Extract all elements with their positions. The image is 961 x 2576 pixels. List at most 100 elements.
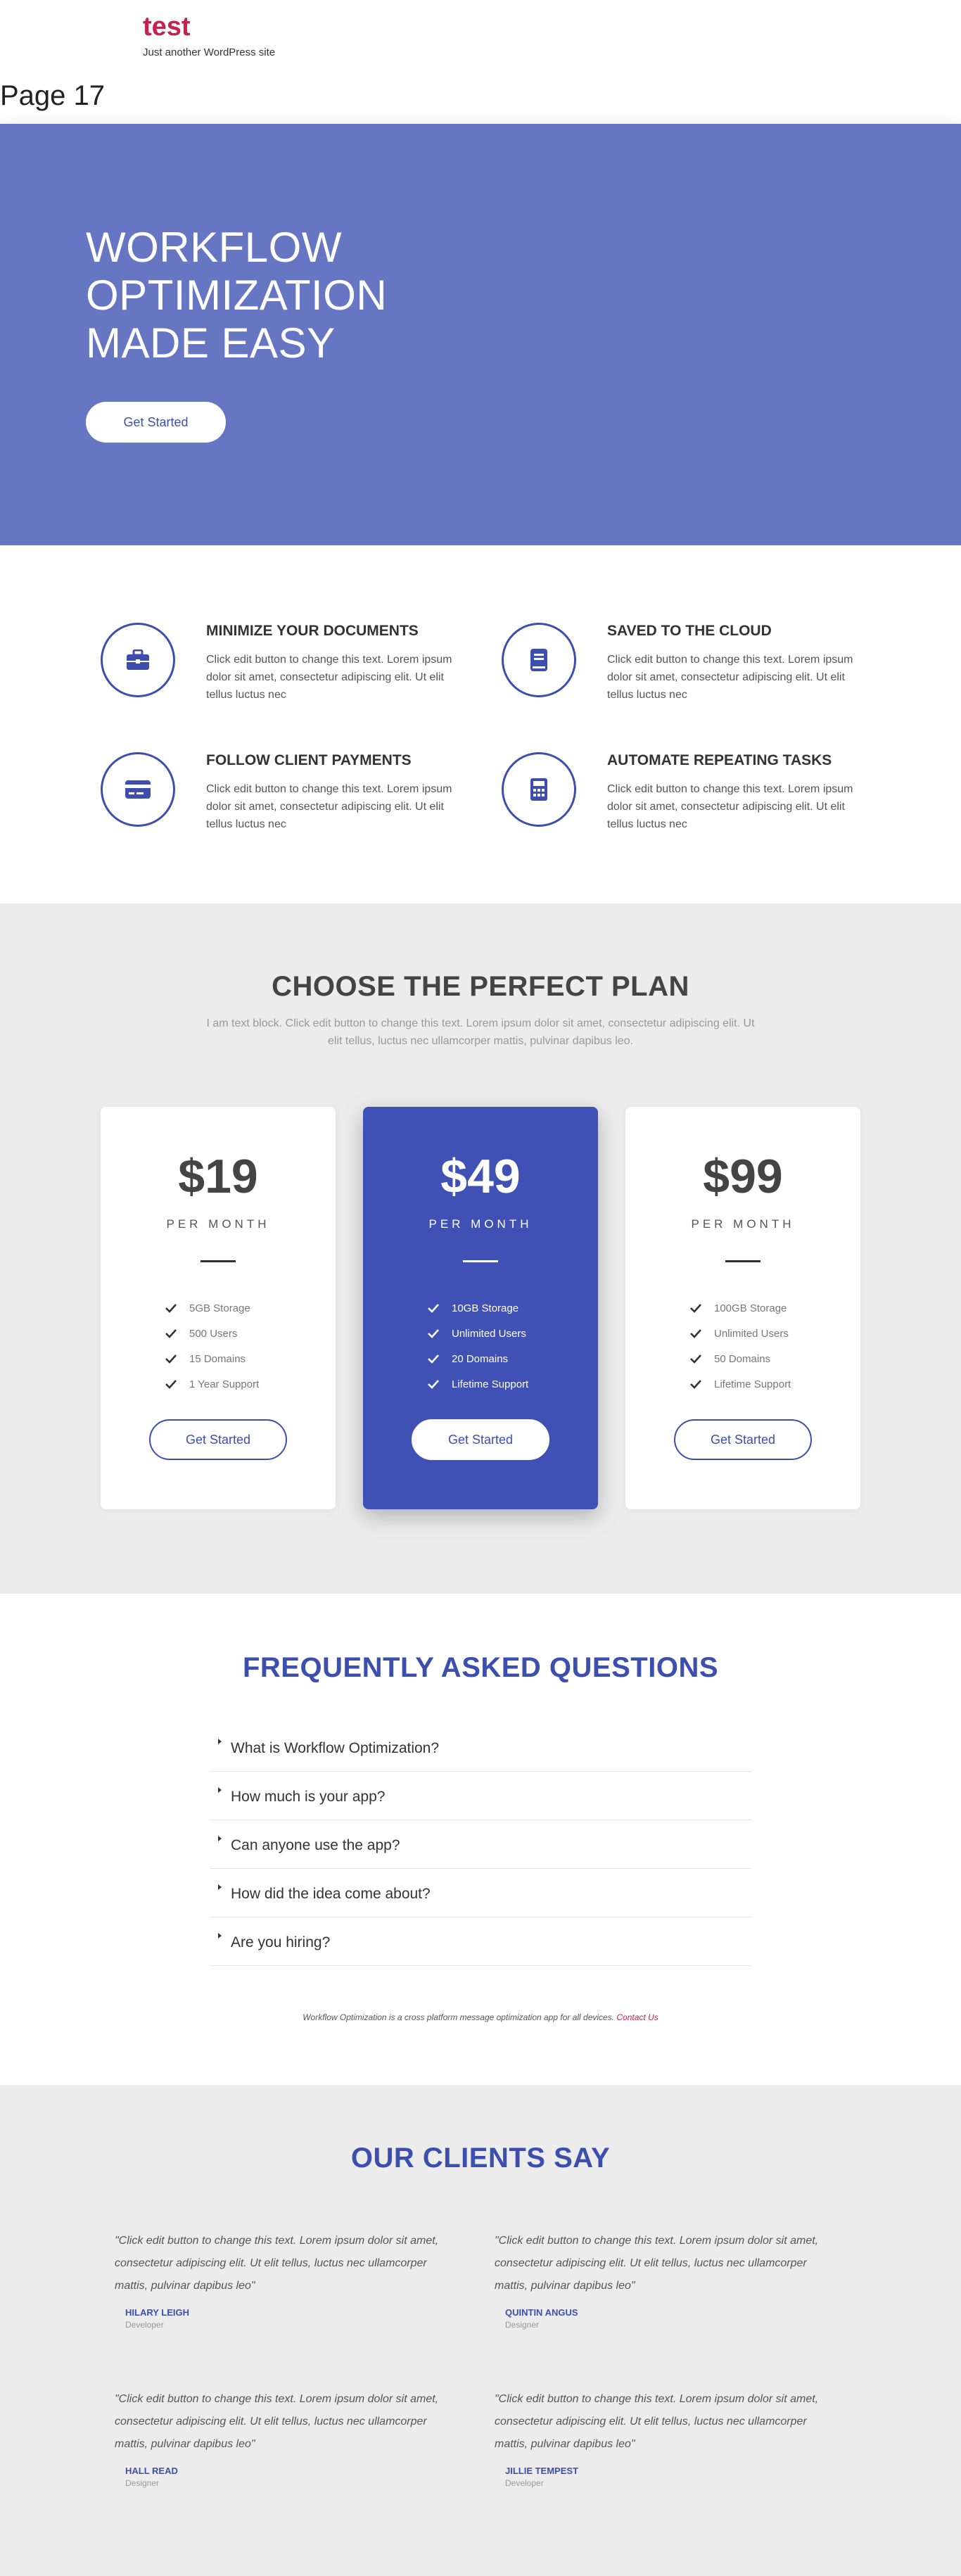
plan-feature: Unlimited Users xyxy=(690,1321,791,1346)
check-icon xyxy=(428,1379,439,1389)
plan-feature-label: Lifetime Support xyxy=(714,1378,791,1390)
plan-feature: 10GB Storage xyxy=(428,1295,528,1321)
faq-item[interactable]: Can anyone use the app? xyxy=(210,1820,751,1869)
pricing-card: $99 PER MONTH 100GB Storage Unlimited Us… xyxy=(625,1107,860,1509)
testimonial-name: JILLIE TEMPEST xyxy=(505,2466,579,2476)
testimonial-role: Designer xyxy=(125,2478,160,2488)
plan-feature-label: Unlimited Users xyxy=(714,1327,789,1340)
plan-period: PER MONTH xyxy=(428,1217,533,1231)
pricing-title: CHOOSE THE PERFECT PLAN xyxy=(272,971,689,1002)
faq-item[interactable]: Are you hiring? xyxy=(210,1917,751,1966)
testimonial-quote: "Click edit button to change this text. … xyxy=(115,2393,439,2450)
check-icon xyxy=(690,1379,701,1389)
faq-title: FREQUENTLY ASKED QUESTIONS xyxy=(242,1652,719,1683)
plan-feature-label: 10GB Storage xyxy=(452,1302,519,1314)
plan-feature: 20 Domains xyxy=(428,1346,528,1371)
hero-section: WORKFLOW OPTIMIZATION MADE EASY Get Star… xyxy=(0,124,961,545)
check-icon xyxy=(165,1328,177,1338)
contact-us-link[interactable]: Contact Us xyxy=(616,2012,658,2022)
plan-price: $49 xyxy=(440,1150,521,1203)
hero-title-line: MADE EASY xyxy=(86,319,336,367)
plan-get-started-button[interactable]: Get Started xyxy=(149,1419,287,1460)
plan-feature-label: 500 Users xyxy=(189,1327,238,1340)
book-icon xyxy=(502,623,576,697)
faq-item[interactable]: What is Workflow Optimization? xyxy=(210,1723,751,1772)
caret-right-icon xyxy=(218,1836,222,1841)
testimonials-section: OUR CLIENTS SAY "Click edit button to ch… xyxy=(0,2085,961,2576)
check-icon xyxy=(428,1303,439,1313)
plan-feature-label: Unlimited Users xyxy=(452,1327,526,1340)
plan-feature: 1 Year Support xyxy=(165,1371,259,1397)
pricing-section: CHOOSE THE PERFECT PLAN I am text block.… xyxy=(0,903,961,1594)
testimonial-name: HALL READ xyxy=(125,2466,178,2476)
plan-price: $19 xyxy=(178,1150,258,1203)
plan-feature: Unlimited Users xyxy=(428,1321,528,1346)
faq-item[interactable]: How much is your app? xyxy=(210,1772,751,1820)
plan-feature-label: 20 Domains xyxy=(452,1352,509,1365)
hero-get-started-button[interactable]: Get Started xyxy=(86,402,226,443)
check-icon xyxy=(165,1354,177,1364)
faq-note-text: Workflow Optimization is a cross platfor… xyxy=(303,2012,615,2022)
faq-question: How did the idea come about? xyxy=(231,1886,431,1902)
check-icon xyxy=(690,1328,701,1338)
plan-feature-label: Lifetime Support xyxy=(452,1378,529,1390)
check-icon xyxy=(428,1354,439,1364)
plan-feature-label: 15 Domains xyxy=(189,1352,246,1365)
plan-feature: Lifetime Support xyxy=(690,1371,791,1397)
testimonial-name: HILARY LEIGH xyxy=(125,2307,190,2318)
plan-feature-list: 10GB Storage Unlimited Users 20 Domains … xyxy=(428,1295,528,1397)
plan-feature-label: 50 Domains xyxy=(714,1352,771,1365)
testimonial-quote: "Click edit button to change this text. … xyxy=(495,2235,819,2292)
site-tagline: Just another WordPress site xyxy=(143,46,276,58)
feature-title: SAVED TO THE CLOUD xyxy=(607,623,772,639)
caret-right-icon xyxy=(218,1739,222,1744)
plan-divider xyxy=(463,1260,498,1262)
feature-item: FOLLOW CLIENT PAYMENTS Click edit button… xyxy=(101,745,480,837)
faq-question: What is Workflow Optimization? xyxy=(231,1740,440,1756)
plan-period: PER MONTH xyxy=(691,1217,795,1231)
testimonial: "Click edit button to change this text. … xyxy=(115,2388,459,2488)
testimonial: "Click edit button to change this text. … xyxy=(495,2230,839,2330)
plan-period: PER MONTH xyxy=(166,1217,270,1231)
testimonial-role: Designer xyxy=(505,2320,540,2330)
testimonial: "Click edit button to change this text. … xyxy=(495,2388,839,2488)
feature-title: FOLLOW CLIENT PAYMENTS xyxy=(206,752,412,768)
feature-text: Click edit button to change this text. L… xyxy=(607,654,853,701)
faq-question: How much is your app? xyxy=(231,1789,386,1805)
plan-price: $99 xyxy=(703,1150,783,1203)
hero-title-line: WORKFLOW xyxy=(86,224,342,271)
check-icon xyxy=(165,1379,177,1389)
plan-divider xyxy=(725,1260,760,1262)
plan-feature: 5GB Storage xyxy=(165,1295,259,1321)
testimonial-name: QUINTIN ANGUS xyxy=(505,2307,578,2318)
plan-get-started-button[interactable]: Get Started xyxy=(674,1419,812,1460)
faq-item[interactable]: How did the idea come about? xyxy=(210,1869,751,1917)
plan-feature: 50 Domains xyxy=(690,1346,791,1371)
feature-title: AUTOMATE REPEATING TASKS xyxy=(607,752,832,768)
faq-question: Are you hiring? xyxy=(231,1934,331,1950)
feature-title: MINIMIZE YOUR DOCUMENTS xyxy=(206,623,419,639)
plan-feature-list: 5GB Storage 500 Users 15 Domains 1 Year … xyxy=(165,1295,259,1397)
feature-text: Click edit button to change this text. L… xyxy=(206,783,452,830)
plan-feature-label: 5GB Storage xyxy=(189,1302,250,1314)
check-icon xyxy=(428,1328,439,1338)
pricing-subtitle: I am text block. Click edit button to ch… xyxy=(206,1017,755,1047)
pricing-card-featured: $49 PER MONTH 10GB Storage Unlimited Use… xyxy=(363,1107,598,1509)
testimonial-role: Developer xyxy=(505,2478,544,2488)
caret-right-icon xyxy=(218,1933,222,1939)
site-title-link[interactable]: test xyxy=(143,12,191,42)
calculator-icon xyxy=(502,752,576,827)
plan-feature-label: 100GB Storage xyxy=(714,1302,787,1314)
check-icon xyxy=(690,1354,701,1364)
caret-right-icon xyxy=(218,1884,222,1890)
faq-question: Can anyone use the app? xyxy=(231,1837,400,1853)
testimonial-quote: "Click edit button to change this text. … xyxy=(115,2235,439,2292)
testimonial-quote: "Click edit button to change this text. … xyxy=(495,2393,819,2450)
hero-title: WORKFLOW OPTIMIZATION MADE EASY xyxy=(86,224,466,367)
plan-feature: 100GB Storage xyxy=(690,1295,791,1321)
feature-item: AUTOMATE REPEATING TASKS Click edit butt… xyxy=(502,745,882,837)
plan-feature: Lifetime Support xyxy=(428,1371,528,1397)
hero-title-line: OPTIMIZATION xyxy=(86,272,388,319)
plan-get-started-button[interactable]: Get Started xyxy=(412,1419,549,1460)
testimonial-role: Developer xyxy=(125,2320,164,2330)
